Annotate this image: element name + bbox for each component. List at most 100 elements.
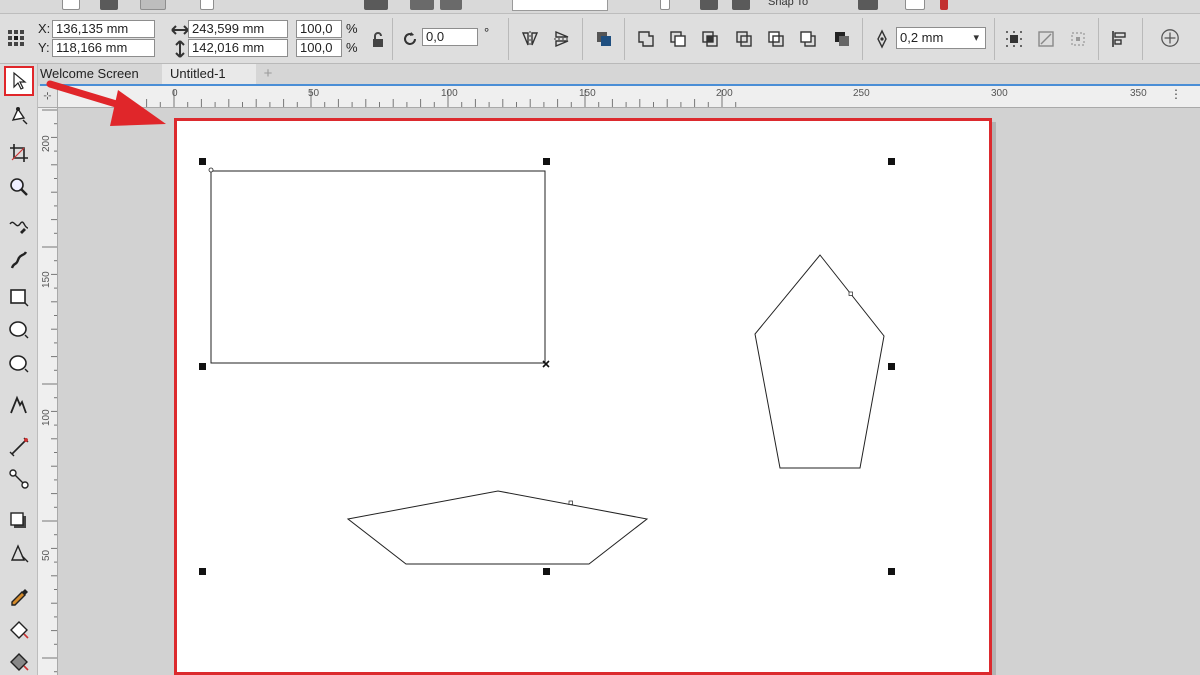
crop-tool-icon[interactable]	[6, 140, 32, 166]
outline-width-select[interactable]: 0,2 mm ▾	[896, 27, 986, 49]
drop-shadow-tool-icon[interactable]	[6, 508, 32, 534]
interactive-fill-tool-icon[interactable]	[6, 616, 32, 642]
ruler-label: 100	[41, 409, 52, 426]
color-eyedropper-tool-icon[interactable]	[6, 582, 32, 608]
create-boundary-icon[interactable]	[832, 29, 852, 49]
artistic-media-tool-icon[interactable]	[6, 248, 32, 274]
horizontal-ruler-ticks	[118, 90, 737, 107]
zoom-level-combo[interactable]	[512, 0, 608, 11]
simplify-icon[interactable]	[734, 29, 754, 49]
object-height-field[interactable]: 142,016 mm	[188, 39, 288, 57]
back-minus-front-icon[interactable]	[798, 29, 818, 49]
ruler-label: 200	[716, 88, 733, 99]
welcome-icon[interactable]	[940, 0, 948, 10]
drawing-workspace[interactable]	[58, 108, 1200, 675]
object-origin-icon[interactable]	[6, 28, 26, 48]
vertical-ruler-ticks	[42, 109, 57, 673]
pick-tool-icon[interactable]	[4, 66, 34, 96]
full-screen-icon[interactable]	[660, 0, 670, 10]
mirror-horizontal-icon[interactable]	[520, 29, 540, 49]
vertical-ruler[interactable]: 200 150 100 50	[38, 108, 58, 675]
mirror-vertical-icon[interactable]	[552, 29, 572, 49]
document-page[interactable]	[174, 118, 992, 675]
tab-label: Untitled-1	[170, 66, 226, 81]
pentagon-shape[interactable]	[754, 254, 885, 469]
rectangle-shape[interactable]	[208, 167, 550, 368]
selection-handles[interactable]	[199, 158, 895, 575]
show-rulers-icon[interactable]	[700, 0, 718, 10]
scale-y-field[interactable]: 100,0	[296, 39, 342, 57]
publish-pdf-icon[interactable]	[440, 0, 462, 10]
outline-pen-icon	[872, 29, 892, 49]
ellipse-tool-icon[interactable]	[6, 316, 32, 342]
save-icon[interactable]	[100, 0, 118, 10]
rectangle-tool-icon[interactable]	[6, 284, 32, 310]
weld-icon[interactable]	[636, 29, 656, 49]
y-position-field[interactable]: 118,166 mm	[52, 39, 155, 57]
tab-welcome-screen[interactable]: Welcome Screen	[40, 64, 156, 84]
tab-label: Welcome Screen	[40, 66, 139, 81]
page-artwork	[199, 158, 895, 575]
lock-ratio-icon[interactable]	[368, 30, 383, 47]
new-document-icon[interactable]	[62, 0, 80, 10]
separator	[1142, 18, 1143, 60]
show-grid-icon[interactable]	[732, 0, 750, 10]
ruler-options-icon[interactable]: ⋮	[1170, 87, 1182, 101]
import-icon[interactable]	[364, 0, 388, 10]
connector-tool-icon[interactable]	[6, 466, 32, 492]
shape-tool-icon[interactable]	[6, 102, 32, 128]
toolbox	[0, 64, 38, 675]
ruler-label: 150	[579, 88, 596, 99]
chevron-down-icon: ▾	[973, 32, 979, 44]
rotation-icon	[400, 29, 420, 49]
property-bar: X: 136,135 mm Y: 118,166 mm 243,599 mm 1…	[0, 14, 1200, 64]
combine-icon[interactable]	[594, 29, 614, 49]
standard-toolbar: Snap To	[0, 0, 1200, 14]
horizontal-ruler[interactable]: 0 50 100 150 200 250 300 350 ⋮	[58, 86, 1200, 108]
x-label: X:	[38, 21, 51, 36]
transparency-tool-icon[interactable]	[6, 540, 32, 566]
print-icon[interactable]	[140, 0, 166, 10]
align-distribute-icon[interactable]	[1110, 29, 1130, 49]
degree-label: °	[484, 25, 490, 40]
intersect-icon[interactable]	[700, 29, 720, 49]
convert-to-curves-icon[interactable]	[1068, 29, 1088, 49]
quick-trace-icon[interactable]	[1036, 29, 1056, 49]
export-icon[interactable]	[410, 0, 434, 10]
polygon-tool-icon[interactable]	[6, 350, 32, 376]
cut-icon[interactable]	[200, 0, 214, 10]
freehand-tool-icon[interactable]	[6, 214, 32, 240]
rotation-angle-field[interactable]: 0,0	[422, 28, 478, 46]
ruler-origin-button[interactable]: ⊹	[38, 86, 58, 108]
separator	[994, 18, 995, 60]
zoom-tool-icon[interactable]	[6, 174, 32, 200]
add-icon[interactable]	[1160, 28, 1182, 50]
separator	[1098, 18, 1099, 60]
object-width-field[interactable]: 243,599 mm	[188, 20, 288, 38]
ruler-label: 50	[308, 88, 320, 99]
wrap-text-icon[interactable]	[1004, 29, 1024, 49]
separator	[624, 18, 625, 60]
front-minus-back-icon[interactable]	[766, 29, 786, 49]
snap-to-menu[interactable]: Snap To	[768, 0, 808, 8]
hexagon-shape[interactable]	[346, 490, 649, 565]
x-position-field[interactable]: 136,135 mm	[52, 20, 155, 38]
object-width-icon	[170, 20, 189, 36]
parallel-dimension-tool-icon[interactable]	[6, 434, 32, 460]
ruler-label: 0	[172, 88, 178, 99]
scale-x-field[interactable]: 100,0	[296, 20, 342, 38]
ruler-label: 150	[41, 271, 52, 288]
ruler-label: 50	[41, 549, 52, 561]
separator	[508, 18, 509, 60]
undo-icon[interactable]	[262, 0, 274, 10]
ruler-label: 200	[41, 135, 52, 152]
trim-icon[interactable]	[668, 29, 688, 49]
options-icon[interactable]	[858, 0, 878, 10]
ruler-label: 350	[1130, 88, 1147, 99]
smart-fill-tool-icon[interactable]	[6, 648, 32, 674]
application-launcher-icon[interactable]	[905, 0, 925, 10]
tab-untitled-1[interactable]: Untitled-1	[162, 64, 256, 84]
text-tool-icon[interactable]	[6, 392, 32, 418]
add-document-tab-button[interactable]: +	[258, 64, 278, 84]
redo-icon[interactable]	[310, 0, 322, 10]
